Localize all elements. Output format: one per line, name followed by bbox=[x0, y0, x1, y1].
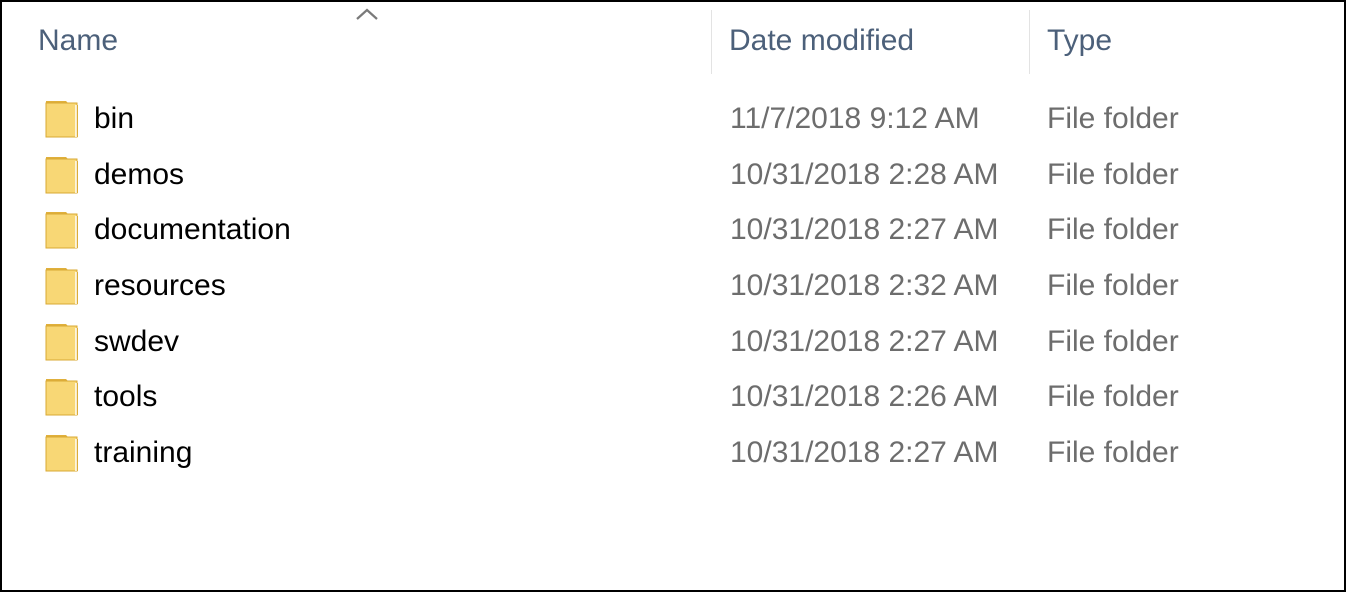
column-header-type-label: Type bbox=[1047, 24, 1113, 57]
file-date-modified: 10/31/2018 2:26 AM bbox=[730, 380, 999, 414]
file-row[interactable]: resources 10/31/2018 2:32 AM File folder bbox=[2, 259, 1344, 315]
file-name: training bbox=[94, 436, 193, 470]
file-row[interactable]: tools 10/31/2018 2:26 AM File folder bbox=[2, 370, 1344, 426]
file-row[interactable]: demos 10/31/2018 2:28 AM File folder bbox=[2, 148, 1344, 204]
file-row[interactable]: bin 11/7/2018 9:12 AM File folder bbox=[2, 92, 1344, 148]
folder-icon bbox=[45, 323, 78, 361]
file-type: File folder bbox=[1047, 102, 1179, 135]
file-type: File folder bbox=[1047, 213, 1179, 247]
file-type: File folder bbox=[1047, 436, 1179, 470]
file-date-modified: 11/7/2018 9:12 AM bbox=[730, 102, 980, 135]
file-name: documentation bbox=[94, 213, 291, 247]
column-header-date-label: Date modified bbox=[729, 24, 915, 57]
file-date-modified: 10/31/2018 2:32 AM bbox=[730, 269, 999, 303]
folder-icon bbox=[45, 268, 78, 305]
file-date-modified: 10/31/2018 2:27 AM bbox=[730, 324, 999, 358]
column-header-date-modified[interactable]: Date modified bbox=[729, 2, 1025, 68]
folder-icon bbox=[45, 212, 78, 249]
column-divider[interactable] bbox=[711, 10, 712, 74]
file-date-modified: 10/31/2018 2:27 AM bbox=[730, 213, 999, 247]
chevron-up-icon bbox=[356, 8, 378, 20]
file-row[interactable]: documentation 10/31/2018 2:27 AM File fo… bbox=[2, 203, 1344, 259]
folder-icon bbox=[45, 156, 78, 194]
folder-icon bbox=[45, 101, 78, 138]
file-type: File folder bbox=[1047, 269, 1179, 303]
file-rows: bin 11/7/2018 9:12 AM File folder demos … bbox=[2, 92, 1344, 482]
column-divider[interactable] bbox=[1029, 10, 1030, 74]
column-header-bar: Name Date modified Type bbox=[2, 2, 1344, 76]
file-name: tools bbox=[94, 380, 158, 414]
folder-icon bbox=[45, 435, 78, 472]
folder-icon bbox=[45, 379, 78, 416]
file-name: demos bbox=[94, 157, 185, 191]
file-row[interactable]: training 10/31/2018 2:27 AM File folder bbox=[2, 426, 1344, 482]
file-list-view: Name Date modified Type bin 11/7/2018 9:… bbox=[0, 0, 1346, 592]
column-header-type[interactable]: Type bbox=[1047, 2, 1337, 68]
file-date-modified: 10/31/2018 2:28 AM bbox=[730, 157, 999, 191]
file-name: resources bbox=[94, 269, 226, 303]
file-date-modified: 10/31/2018 2:27 AM bbox=[730, 436, 999, 470]
column-header-name-label: Name bbox=[38, 24, 119, 57]
file-row[interactable]: swdev 10/31/2018 2:27 AM File folder bbox=[2, 315, 1344, 371]
file-name: bin bbox=[94, 102, 135, 135]
file-type: File folder bbox=[1047, 324, 1179, 358]
file-type: File folder bbox=[1047, 380, 1179, 414]
file-type: File folder bbox=[1047, 157, 1179, 191]
file-name: swdev bbox=[94, 324, 180, 358]
